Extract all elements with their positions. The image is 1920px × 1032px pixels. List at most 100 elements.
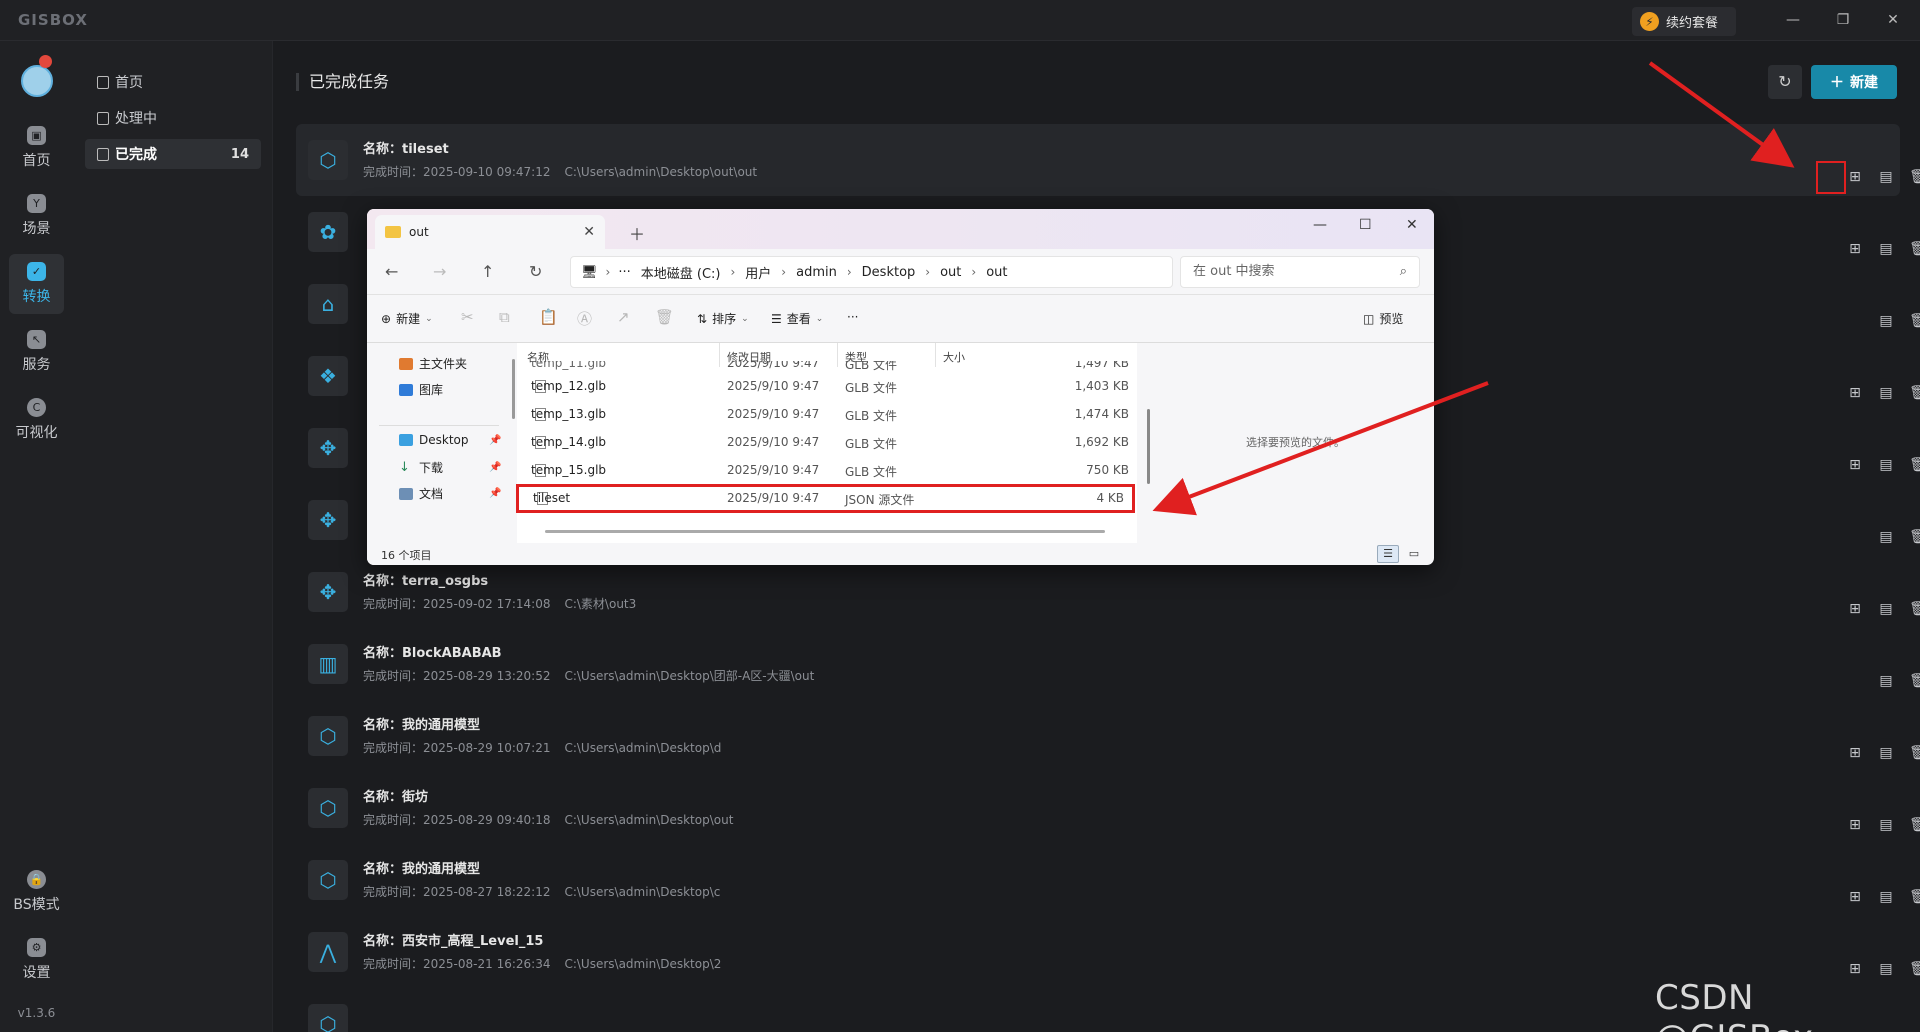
- trash-icon[interactable]: 🗑: [1909, 384, 1920, 402]
- structure-icon[interactable]: ⊞: [1846, 744, 1864, 762]
- refresh-button[interactable]: ↻: [1768, 65, 1802, 99]
- explorer-close-button[interactable]: ✕: [1406, 217, 1418, 233]
- trash-icon[interactable]: 🗑: [1909, 960, 1920, 978]
- trash-icon[interactable]: 🗑: [1909, 168, 1920, 186]
- rail-item-settings[interactable]: ⚙ 设置: [0, 930, 73, 990]
- nav-item-downloads[interactable]: ↓ 下载 📌: [399, 459, 501, 476]
- task-row[interactable]: ⬡ 名称：tileset 完成时间：2025-09-10 09:47:12 C:\…: [296, 124, 1920, 196]
- trash-icon[interactable]: 🗑: [1909, 816, 1920, 834]
- trash-icon[interactable]: 🗑: [1909, 528, 1920, 546]
- view-button[interactable]: ☰ 查看 ⌄: [771, 310, 823, 327]
- copy-icon[interactable]: ⧉: [499, 308, 510, 326]
- explorer-tab[interactable]: out ✕: [375, 215, 605, 249]
- document-icon[interactable]: ▤: [1877, 816, 1895, 834]
- up-icon[interactable]: ↑: [481, 262, 494, 281]
- list-item-selected[interactable]: tileset 2025/9/10 9:47 JSON 源文件 4 KB: [516, 484, 1135, 513]
- structure-icon[interactable]: ⊞: [1846, 456, 1864, 474]
- more-crumbs[interactable]: ···: [618, 265, 630, 280]
- rail-item-home[interactable]: ▣ 首页: [0, 118, 73, 178]
- rename-icon[interactable]: Ⓐ: [577, 308, 592, 329]
- explorer-minimize-button[interactable]: —: [1313, 217, 1327, 233]
- trash-icon[interactable]: 🗑: [1909, 600, 1920, 618]
- document-icon[interactable]: ▤: [1877, 960, 1895, 978]
- task-row[interactable]: ⬡ 名称：我的通用模型 完成时间：2025-08-29 10:07:21 C:\U…: [296, 700, 1920, 772]
- crumb[interactable]: admin: [786, 265, 847, 280]
- rail-item-visual[interactable]: C 可视化: [0, 390, 73, 450]
- rail-item-scene[interactable]: Y 场景: [0, 186, 73, 246]
- new-item-button[interactable]: ⊕ 新建 ⌄: [381, 310, 433, 327]
- trash-icon[interactable]: 🗑: [1909, 672, 1920, 690]
- forward-icon[interactable]: →: [433, 262, 446, 281]
- document-icon[interactable]: ▤: [1877, 312, 1895, 330]
- search-input[interactable]: 在 out 中搜索 ⌕: [1180, 256, 1420, 288]
- share-icon[interactable]: ↗: [617, 308, 630, 326]
- list-horizontal-scrollbar[interactable]: [545, 530, 1105, 533]
- nav-scrollbar[interactable]: [512, 359, 515, 419]
- details-view-icon[interactable]: ☰: [1377, 545, 1399, 563]
- close-button[interactable]: ✕: [1880, 8, 1906, 32]
- list-item[interactable]: temp_11.glb 2025/9/10 9:47 GLB 文件 1,497 …: [517, 361, 1137, 371]
- preview-button[interactable]: ◫ 预览: [1363, 310, 1403, 327]
- rail-item-service[interactable]: ↖ 服务: [0, 322, 73, 382]
- crumb[interactable]: Desktop: [852, 265, 926, 280]
- document-icon[interactable]: ▤: [1877, 456, 1895, 474]
- list-item[interactable]: temp_12.glb 2025/9/10 9:47 GLB 文件 1,403 …: [517, 375, 1137, 398]
- sort-button[interactable]: ⇅ 排序 ⌄: [697, 310, 749, 327]
- avatar[interactable]: [21, 65, 53, 97]
- restore-button[interactable]: ❐: [1830, 8, 1856, 32]
- crumb[interactable]: 用户: [735, 263, 781, 282]
- new-tab-button[interactable]: ＋: [629, 221, 645, 245]
- document-icon[interactable]: ▤: [1877, 528, 1895, 546]
- task-row[interactable]: ✥ 名称：terra_osgbs 完成时间：2025-09-02 17:14:0…: [296, 556, 1920, 628]
- rail-item-bs-mode[interactable]: 🔒 BS模式: [0, 862, 73, 922]
- list-scrollbar[interactable]: [1147, 409, 1150, 484]
- refresh-icon[interactable]: ↻: [529, 262, 542, 281]
- document-icon[interactable]: ▤: [1877, 672, 1895, 690]
- document-icon[interactable]: ▤: [1877, 168, 1895, 186]
- list-item[interactable]: temp_14.glb 2025/9/10 9:47 GLB 文件 1,692 …: [517, 431, 1137, 454]
- close-tab-icon[interactable]: ✕: [583, 224, 595, 240]
- back-icon[interactable]: ←: [385, 262, 398, 281]
- sidebar-item-completed[interactable]: 已完成 14: [85, 139, 261, 169]
- trash-icon[interactable]: 🗑: [1909, 240, 1920, 258]
- nav-item-documents[interactable]: 文档 📌: [399, 485, 501, 502]
- new-task-button[interactable]: ＋ 新建: [1811, 65, 1897, 99]
- document-icon[interactable]: ▤: [1877, 744, 1895, 762]
- sidebar-item-processing[interactable]: 处理中: [85, 103, 261, 133]
- rail-item-convert[interactable]: ✓ 转换: [9, 254, 64, 314]
- structure-icon[interactable]: ⊞: [1846, 168, 1864, 186]
- structure-icon[interactable]: ⊞: [1846, 888, 1864, 906]
- structure-icon[interactable]: ⊞: [1846, 600, 1864, 618]
- nav-item-gallery[interactable]: 图库: [399, 381, 443, 398]
- trash-icon[interactable]: 🗑: [1909, 744, 1920, 762]
- breadcrumb[interactable]: 🖥 › ··· 本地磁盘 (C:) › 用户 › admin › Desktop › o…: [570, 256, 1173, 288]
- list-item[interactable]: temp_13.glb 2025/9/10 9:47 GLB 文件 1,474 …: [517, 403, 1137, 426]
- nav-item-home[interactable]: 主文件夹: [399, 355, 467, 372]
- crumb[interactable]: out: [930, 265, 971, 280]
- task-row[interactable]: ⬡ 名称：街坊 完成时间：2025-08-29 09:40:18 C:\Users…: [296, 772, 1920, 844]
- task-row[interactable]: ⬡ 名称：我的通用模型 完成时间：2025-08-27 18:22:12 C:\U…: [296, 844, 1920, 916]
- renew-plan-button[interactable]: ⚡ 续约套餐: [1632, 7, 1736, 36]
- document-icon[interactable]: ▤: [1877, 600, 1895, 618]
- task-row[interactable]: ▥ 名称：BlockABABAB 完成时间：2025-08-29 13:20:5…: [296, 628, 1920, 700]
- minimize-button[interactable]: —: [1780, 8, 1806, 32]
- sidebar-item-home[interactable]: 首页: [85, 67, 261, 97]
- structure-icon[interactable]: ⊞: [1846, 240, 1864, 258]
- nav-item-desktop[interactable]: Desktop 📌: [399, 433, 501, 447]
- cut-icon[interactable]: ✂: [461, 308, 474, 326]
- delete-icon[interactable]: 🗑: [655, 308, 674, 326]
- list-item[interactable]: temp_15.glb 2025/9/10 9:47 GLB 文件 750 KB: [517, 459, 1137, 482]
- paste-icon[interactable]: 📋: [539, 308, 558, 326]
- structure-icon[interactable]: ⊞: [1846, 384, 1864, 402]
- trash-icon[interactable]: 🗑: [1909, 456, 1920, 474]
- document-icon[interactable]: ▤: [1877, 384, 1895, 402]
- structure-icon[interactable]: ⊞: [1846, 816, 1864, 834]
- crumb[interactable]: out: [976, 265, 1017, 280]
- trash-icon[interactable]: 🗑: [1909, 888, 1920, 906]
- document-icon[interactable]: ▤: [1877, 240, 1895, 258]
- explorer-maximize-button[interactable]: ☐: [1359, 217, 1372, 233]
- structure-icon[interactable]: ⊞: [1846, 960, 1864, 978]
- more-options-icon[interactable]: ···: [847, 310, 858, 324]
- document-icon[interactable]: ▤: [1877, 888, 1895, 906]
- trash-icon[interactable]: 🗑: [1909, 312, 1920, 330]
